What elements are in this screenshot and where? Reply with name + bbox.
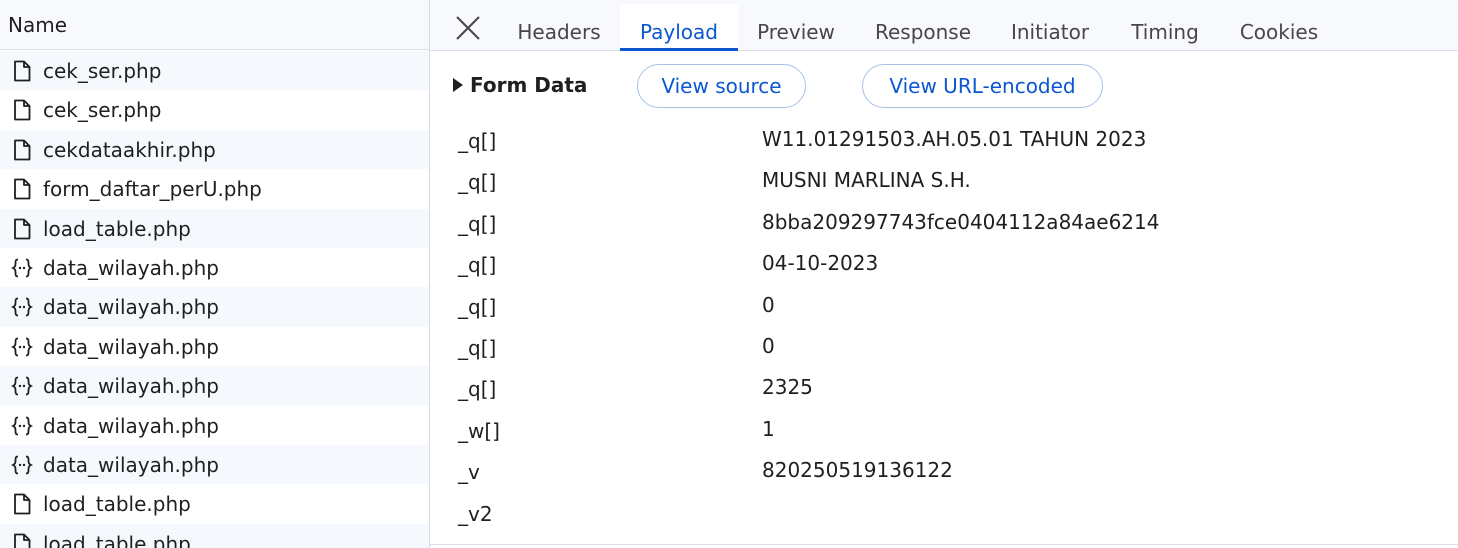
- list-item[interactable]: data_wilayah.php: [0, 406, 429, 445]
- form-data-row: _q[] 0: [430, 328, 1458, 369]
- document-icon: [11, 533, 33, 548]
- document-icon: [11, 178, 33, 200]
- request-name: form_daftar_perU.php: [43, 177, 262, 202]
- form-data-key: _q[]: [458, 129, 497, 153]
- list-item[interactable]: load_table.php: [0, 208, 429, 248]
- request-name: cek_ser.php: [43, 59, 162, 83]
- json-braces-icon: [10, 257, 34, 279]
- list-item[interactable]: data_wilayah.php: [0, 287, 429, 327]
- form-data-key: _w[]: [458, 418, 500, 443]
- request-name: load_table.php: [43, 216, 191, 241]
- form-data-key: _v: [458, 460, 480, 485]
- form-data-key: _q[]: [458, 335, 497, 360]
- tab-headers[interactable]: Headers: [502, 4, 616, 51]
- form-data-value: 0: [762, 292, 775, 317]
- tab-payload[interactable]: Payload: [620, 4, 738, 51]
- form-data-row: _q[] 04-10-2023: [430, 245, 1458, 286]
- form-data-key: _q[]: [458, 377, 497, 402]
- form-data-value: W11.01291503.AH.05.01 TAHUN 2023: [762, 127, 1147, 151]
- list-item[interactable]: data_wilayah.php: [0, 327, 429, 366]
- document-icon: [11, 139, 33, 161]
- form-data-row: _v 820250519136122: [430, 452, 1458, 493]
- form-data-row: _q[] MUSNI MARLINA S.H.: [430, 162, 1458, 203]
- request-list: Name cek_ser.php cek_ser.php cekdataakhir.…: [0, 0, 429, 548]
- list-item[interactable]: cek_ser.php: [0, 51, 429, 91]
- form-data-value: MUSNI MARLINA S.H.: [762, 168, 971, 193]
- request-name: data_wilayah.php: [43, 334, 219, 359]
- bottom-divider: [430, 544, 1458, 545]
- request-name: data_wilayah.php: [43, 295, 219, 320]
- form-data-key: _v2: [458, 501, 493, 526]
- form-data-row: _q[] 0: [430, 287, 1458, 328]
- form-data-value: 0: [762, 333, 775, 358]
- form-data-row: _v2: [430, 494, 1458, 535]
- form-data-row: _w[] 1: [430, 411, 1458, 452]
- request-name: load_table.php: [43, 531, 191, 548]
- name-column-header: Name: [8, 13, 68, 37]
- form-data-row: _q[] W11.01291503.AH.05.01 TAHUN 2023: [430, 121, 1458, 162]
- json-braces-icon: [10, 336, 34, 358]
- form-data-section-toggle[interactable]: Form Data: [450, 72, 610, 102]
- tab-timing[interactable]: Timing: [1116, 4, 1214, 51]
- detail-tabbar: Headers Payload Preview Response Initiat…: [430, 0, 1458, 51]
- form-data-value: 2325: [762, 375, 813, 400]
- list-item[interactable]: data_wilayah.php: [0, 366, 429, 406]
- form-data-key: _q[]: [458, 170, 497, 195]
- list-item[interactable]: load_table.php: [0, 484, 429, 523]
- tab-response[interactable]: Response: [860, 4, 986, 51]
- json-braces-icon: [10, 415, 34, 437]
- form-data-value: 04-10-2023: [762, 251, 879, 276]
- list-item[interactable]: data_wilayah.php: [0, 248, 429, 287]
- form-data-key: _q[]: [458, 294, 497, 319]
- form-data-value: 1: [762, 416, 775, 441]
- request-name: data_wilayah.php: [43, 255, 219, 280]
- view-source-button[interactable]: View source: [637, 64, 806, 108]
- request-name: data_wilayah.php: [43, 452, 219, 477]
- list-item[interactable]: load_table.php: [0, 523, 429, 548]
- tab-preview[interactable]: Preview: [742, 4, 850, 51]
- request-name: data_wilayah.php: [43, 413, 219, 438]
- list-item[interactable]: cek_ser.php: [0, 90, 429, 129]
- form-data-key: _q[]: [458, 211, 497, 236]
- form-data-key: _q[]: [458, 253, 497, 278]
- request-rows: cek_ser.php cek_ser.php cekdataakhir.php fo…: [0, 51, 429, 548]
- tab-initiator[interactable]: Initiator: [996, 4, 1104, 51]
- json-braces-icon: [10, 375, 34, 397]
- view-url-encoded-button[interactable]: View URL-encoded: [862, 64, 1103, 108]
- document-icon: [11, 493, 33, 515]
- list-item[interactable]: data_wilayah.php: [0, 444, 429, 485]
- document-icon: [11, 218, 33, 240]
- form-data-row: _q[] 8bba209297743fce0404112a84ae6214: [430, 204, 1458, 245]
- form-data-row: _q[] 2325: [430, 369, 1458, 410]
- close-icon: [456, 16, 480, 40]
- caret-right-icon: [453, 78, 463, 92]
- request-detail-pane: Headers Payload Preview Response Initiat…: [430, 0, 1458, 548]
- request-name: cekdataakhir.php: [43, 137, 216, 162]
- request-name: data_wilayah.php: [43, 374, 219, 399]
- form-data-value: 820250519136122: [762, 458, 953, 483]
- form-data-table: _q[] W11.01291503.AH.05.01 TAHUN 2023 _q[]…: [430, 121, 1458, 535]
- document-icon: [11, 60, 33, 82]
- request-name: cek_ser.php: [43, 98, 162, 123]
- json-braces-icon: [10, 296, 34, 318]
- tab-cookies[interactable]: Cookies: [1226, 4, 1332, 51]
- devtools-network-panel: Name cek_ser.php cek_ser.php cekdataakhir.…: [0, 0, 1458, 548]
- list-item[interactable]: cekdataakhir.php: [0, 129, 429, 170]
- list-header[interactable]: Name: [0, 0, 429, 50]
- list-item[interactable]: form_daftar_perU.php: [0, 169, 429, 208]
- close-button[interactable]: [452, 12, 484, 44]
- document-icon: [11, 99, 33, 121]
- form-data-title: Form Data: [470, 73, 588, 97]
- request-name: load_table.php: [43, 492, 191, 517]
- form-data-value: 8bba209297743fce0404112a84ae6214: [762, 209, 1160, 234]
- json-braces-icon: [10, 454, 34, 476]
